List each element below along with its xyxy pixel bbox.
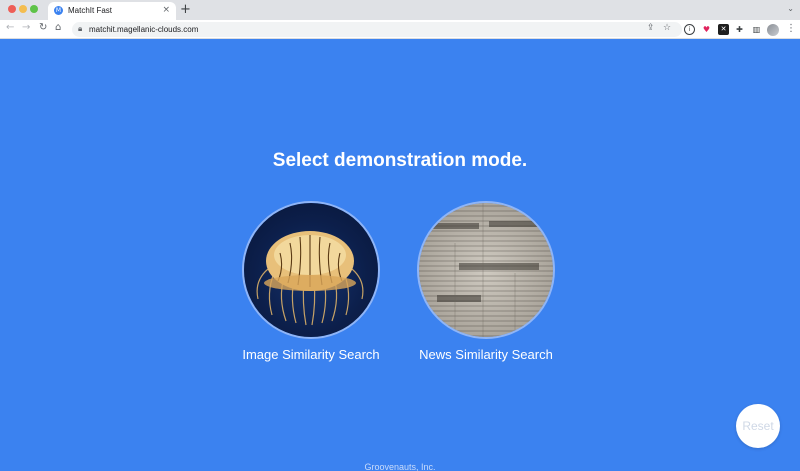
news-similarity-label[interactable]: News Similarity Search	[406, 347, 566, 362]
footer-company: Groovenauts, Inc.	[364, 462, 436, 471]
browser-menu-icon[interactable]: ⋮	[786, 23, 796, 34]
reset-button[interactable]: Reset	[736, 404, 780, 448]
extensions-puzzle-icon[interactable]: ✚	[734, 24, 745, 35]
pocket-extension-icon[interactable]: ♥	[701, 24, 712, 35]
window-maximize-button[interactable]	[30, 5, 38, 13]
forward-arrow-icon[interactable]: →	[22, 22, 30, 33]
tab-close-icon[interactable]: ×	[162, 5, 170, 15]
reload-icon[interactable]: ↻	[39, 22, 47, 33]
browser-toolbar: ← → ↻ ⌂ 🔒︎ matchit.magellanic-clouds.com…	[0, 20, 800, 39]
jellyfish-illustration	[256, 231, 364, 326]
share-icon[interactable]: ⇪	[647, 23, 655, 33]
back-arrow-icon[interactable]: ←	[6, 22, 14, 33]
news-similarity-mode-card[interactable]: News Similarity Search	[406, 201, 566, 362]
image-similarity-mode-card[interactable]: Image Similarity Search	[231, 201, 391, 362]
jellyfish-image-icon[interactable]	[242, 201, 380, 339]
browser-tab-bar: M MatchIt Fast × + ⌄	[0, 0, 800, 20]
tab-title: MatchIt Fast	[68, 6, 113, 15]
extension-x-icon[interactable]: ✕	[718, 24, 729, 35]
window-minimize-button[interactable]	[19, 5, 27, 13]
page-title: Select demonstration mode.	[272, 150, 528, 171]
profile-avatar[interactable]	[767, 24, 779, 36]
image-similarity-label[interactable]: Image Similarity Search	[231, 347, 391, 362]
newspaper-image-icon[interactable]	[417, 201, 555, 339]
browser-tab-active[interactable]: M MatchIt Fast ×	[48, 2, 176, 20]
lock-icon[interactable]: 🔒︎	[78, 24, 82, 34]
site-favicon-icon: M	[54, 6, 63, 15]
home-icon[interactable]: ⌂	[55, 22, 61, 33]
address-bar[interactable]: 🔒︎ matchit.magellanic-clouds.com ⇪ ☆	[72, 22, 682, 37]
extension-info-icon[interactable]: i	[684, 24, 695, 35]
side-panel-icon[interactable]: ▥	[751, 24, 762, 35]
url-text[interactable]: matchit.magellanic-clouds.com	[89, 25, 198, 34]
new-tab-button[interactable]: +	[180, 2, 191, 17]
window-close-button[interactable]	[8, 5, 16, 13]
bookmark-star-icon[interactable]: ☆	[663, 23, 671, 33]
tab-search-chevron-icon[interactable]: ⌄	[787, 4, 794, 13]
newspaper-illustration	[429, 203, 545, 337]
